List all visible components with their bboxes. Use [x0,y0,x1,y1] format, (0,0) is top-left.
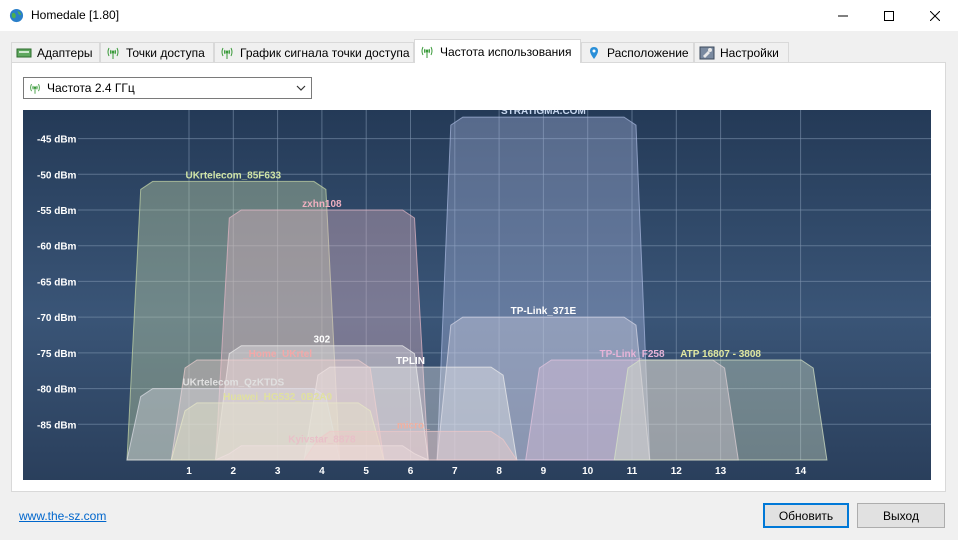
tab-label: Адаптеры [37,45,93,60]
tab-label: График сигнала точки доступа [240,45,410,60]
tab-access-points[interactable]: Точки доступа [100,42,214,62]
map-pin-icon [590,46,598,59]
maximize-icon [884,10,894,21]
refresh-button[interactable]: Обновить [763,503,849,528]
x-tick-label: 10 [582,466,594,477]
tab-settings[interactable]: Настройки [694,42,789,62]
chevron-down-icon [296,85,306,91]
title-bar: Homedale [1.80] [0,0,958,31]
frequency-select-value: Частота 2.4 ГГц [47,81,135,95]
minimize-icon [838,15,848,16]
window-title: Homedale [1.80] [31,8,120,22]
network-label: TP-Link_371E [511,306,577,317]
network-label: zxhn108 [302,199,342,210]
antenna-icon [107,47,119,59]
x-tick-label: 8 [496,466,502,477]
tab-label: Расположение [607,45,689,60]
exit-button[interactable]: Выход [857,503,945,528]
network-label: UKrtelecom_85F633 [185,170,281,181]
x-tick-label: 4 [319,466,325,477]
network-label: Kyivstar_8878 [288,435,356,446]
globe-icon [9,8,24,23]
y-tick-label: -75 dBm [37,349,77,360]
network-label: TPLIN [396,356,425,367]
x-tick-label: 1 [186,466,192,477]
x-tick-label: 3 [275,466,281,477]
network-label: ATP 16807 - 3808 [680,349,761,360]
network-label: _micro_ [390,420,430,431]
x-tick-label: 13 [715,466,727,477]
y-tick-label: -55 dBm [37,206,77,217]
close-icon [930,10,940,21]
antenna-icon [221,47,233,59]
network-label: _Home_UKrtel [242,349,312,360]
network-label: Huawei_HG532_0B2A0 [223,392,332,403]
antenna-icon [421,46,433,58]
tab-adapters[interactable]: Адаптеры [11,42,100,62]
channel-usage-chart: UKrtelecom_85F633 zxhn108 STRATIGMA.COM TP-… [23,110,931,480]
y-tick-label: -65 dBm [37,277,77,288]
y-tick-label: -50 dBm [37,170,77,181]
antenna-icon [30,83,40,94]
tab-label: Точки доступа [126,45,205,60]
x-tick-label: 11 [627,466,638,477]
x-tick-label: 6 [408,466,414,477]
close-button[interactable] [912,0,958,31]
y-tick-label: -85 dBm [37,420,77,431]
x-tick-label: 7 [452,466,458,477]
x-tick-label: 12 [671,466,683,477]
frequency-select[interactable]: Частота 2.4 ГГц [23,77,312,99]
settings-icon [699,46,715,59]
x-tick-label: 5 [363,466,369,477]
network-label: UKrtelecom_QzKTDS [182,378,284,389]
tab-label: Частота использования [440,44,572,59]
tab-location[interactable]: Расположение [581,42,694,62]
minimize-button[interactable] [820,0,866,31]
x-tick-label: 14 [795,466,807,477]
maximize-button[interactable] [866,0,912,31]
tab-signal-graph[interactable]: График сигнала точки доступа [214,42,414,62]
network-label: TP-Link_F258 [599,349,664,360]
x-tick-label: 9 [541,466,547,477]
network-label: 302 [314,335,331,346]
tab-label: Настройки [720,45,779,60]
y-tick-label: -80 dBm [37,385,77,396]
network-area-6 [613,359,828,461]
y-tick-label: -45 dBm [37,135,77,146]
network-area-12 [215,445,429,461]
y-tick-label: -70 dBm [37,313,77,324]
network-label: STRATIGMA.COM [501,110,586,117]
tab-frequency-usage[interactable]: Частота использования [414,39,581,63]
y-tick-label: -60 dBm [37,242,77,253]
adapter-icon [16,48,32,57]
x-tick-label: 2 [231,466,237,477]
website-link[interactable]: www.the-sz.com [19,509,106,523]
